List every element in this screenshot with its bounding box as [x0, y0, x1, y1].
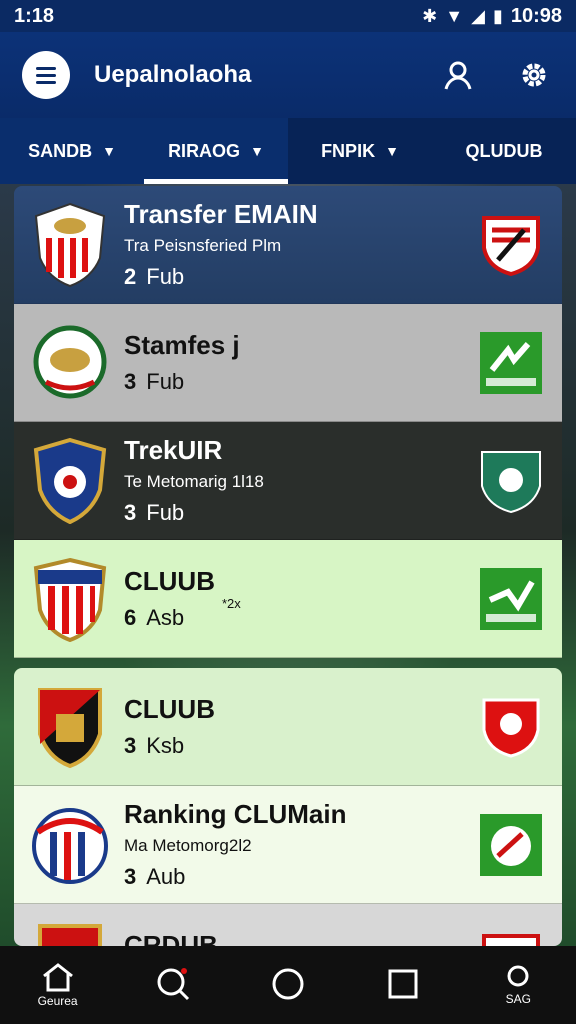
- status-clock: 10:98: [510, 4, 562, 27]
- nav-square[interactable]: [363, 967, 443, 1003]
- club-crest-icon: [33, 557, 107, 642]
- nav-account[interactable]: SAG: [478, 964, 558, 1006]
- list-item[interactable]: CLUUB 3 Ksb: [14, 668, 562, 786]
- chevron-down-icon: ▼: [385, 143, 399, 159]
- tab-bar: SANDB ▼ RIRAOG ▼ FNPIK ▼ QLUDUB: [0, 118, 576, 184]
- club-crest-icon: [38, 923, 102, 946]
- list-item[interactable]: TrekUIR Te Metomarig 1l18 3 Fub: [14, 422, 562, 540]
- club-name: CRDUB: [124, 930, 218, 946]
- club-unit: Asb: [146, 605, 185, 630]
- club-subtitle: Te Metomarig 1l18: [124, 472, 264, 491]
- nav-circle[interactable]: [248, 966, 328, 1004]
- club-unit: Fub: [146, 264, 185, 289]
- list-item[interactable]: CLUUB 6 Asb *2x: [14, 540, 562, 658]
- club-subtitle: Ma Metomorg2l2: [124, 836, 252, 855]
- club-count: 3: [124, 864, 137, 889]
- list-item[interactable]: Stamfes j 3 Fub: [14, 304, 562, 422]
- battery-icon: ▮: [492, 5, 503, 26]
- badge-red-shield-icon: [482, 698, 540, 758]
- circle-icon: [272, 968, 304, 1000]
- club-crest-icon: [33, 325, 107, 398]
- badge-green-icon: [480, 567, 542, 630]
- settings-button[interactable]: [514, 55, 554, 95]
- list-item[interactable]: Ranking CLUMain Ma Metomorg2l2 3 Aub: [14, 786, 562, 904]
- home-icon: [42, 963, 73, 992]
- tab-label: FNPIK: [321, 140, 376, 161]
- settings-icon: [522, 63, 546, 87]
- chevron-down-icon: ▼: [102, 143, 116, 159]
- square-icon: [388, 969, 418, 999]
- club-name: Transfer EMAIN: [124, 199, 318, 229]
- tab-label: RIRAOG: [168, 140, 241, 161]
- club-unit: Fub: [146, 500, 185, 525]
- profile-button[interactable]: [438, 55, 478, 95]
- club-mark: *2x: [222, 596, 241, 611]
- club-crest-icon: [34, 202, 106, 287]
- badge-teal-icon: [481, 450, 541, 513]
- club-name: TrekUIR: [124, 435, 223, 465]
- nav-label: Geurea: [37, 994, 78, 1008]
- app-bar: Uepalnolaoha: [0, 32, 576, 118]
- club-crest-icon: [38, 687, 102, 768]
- tab-label: QLUDUB: [465, 140, 543, 161]
- nav-home[interactable]: Geurea: [18, 962, 98, 1008]
- tab-sandb[interactable]: SANDB ▼: [0, 118, 144, 184]
- app-title: Uepalnolaoha: [94, 61, 252, 88]
- club-list: Transfer EMAIN Tra Peisnsferied Plm 2 Fub…: [14, 186, 562, 946]
- profile-icon: [444, 61, 472, 90]
- badge-green-icon: [480, 331, 542, 394]
- tab-label: SANDB: [28, 140, 93, 161]
- club-name: Ranking CLUMain: [124, 799, 347, 829]
- tab-qludub[interactable]: QLUDUB: [432, 118, 576, 184]
- status-bar: 1:18 ✱ ▼ ◢ ▮ 10:98: [0, 0, 576, 32]
- club-crest-icon: [33, 437, 107, 524]
- club-subtitle: Tra Peisnsferied Plm: [124, 236, 282, 255]
- account-icon: [507, 965, 529, 987]
- club-count: 3: [124, 500, 137, 525]
- chevron-down-icon: ▼: [250, 143, 264, 159]
- club-count: 3: [124, 369, 137, 394]
- badge-green-round-icon: [480, 813, 542, 876]
- nav-label: SAG: [505, 992, 532, 1006]
- club-name: CLUUB: [124, 694, 215, 724]
- club-unit: Ksb: [146, 733, 185, 758]
- club-name: CLUUB: [124, 566, 215, 596]
- wifi-icon: ▼: [445, 5, 464, 26]
- menu-icon: [36, 65, 56, 86]
- nav-search[interactable]: [133, 966, 213, 1004]
- search-icon: [157, 968, 189, 1001]
- club-unit: Fub: [146, 369, 185, 394]
- status-time: 1:18: [14, 4, 55, 27]
- club-count: 2: [124, 264, 137, 289]
- signal-icon: ◢: [471, 5, 485, 26]
- club-count: 6: [124, 605, 137, 630]
- club-name: Stamfes j: [124, 330, 240, 360]
- badge-red-icon: [482, 933, 540, 946]
- menu-button[interactable]: [22, 51, 70, 99]
- badge-red-icon: [482, 215, 540, 276]
- bluetooth-icon: ✱: [422, 5, 438, 26]
- club-crest-icon: [32, 807, 108, 884]
- list-item[interactable]: Transfer EMAIN Tra Peisnsferied Plm 2 Fub: [14, 186, 562, 304]
- tab-riraog[interactable]: RIRAOG ▼: [144, 118, 288, 184]
- club-count: 3: [124, 733, 137, 758]
- list-item[interactable]: CRDUB: [14, 904, 562, 946]
- tab-fnpik[interactable]: FNPIK ▼: [288, 118, 432, 184]
- club-unit: Aub: [146, 864, 186, 889]
- bottom-navigation: Geurea SAG: [0, 946, 576, 1024]
